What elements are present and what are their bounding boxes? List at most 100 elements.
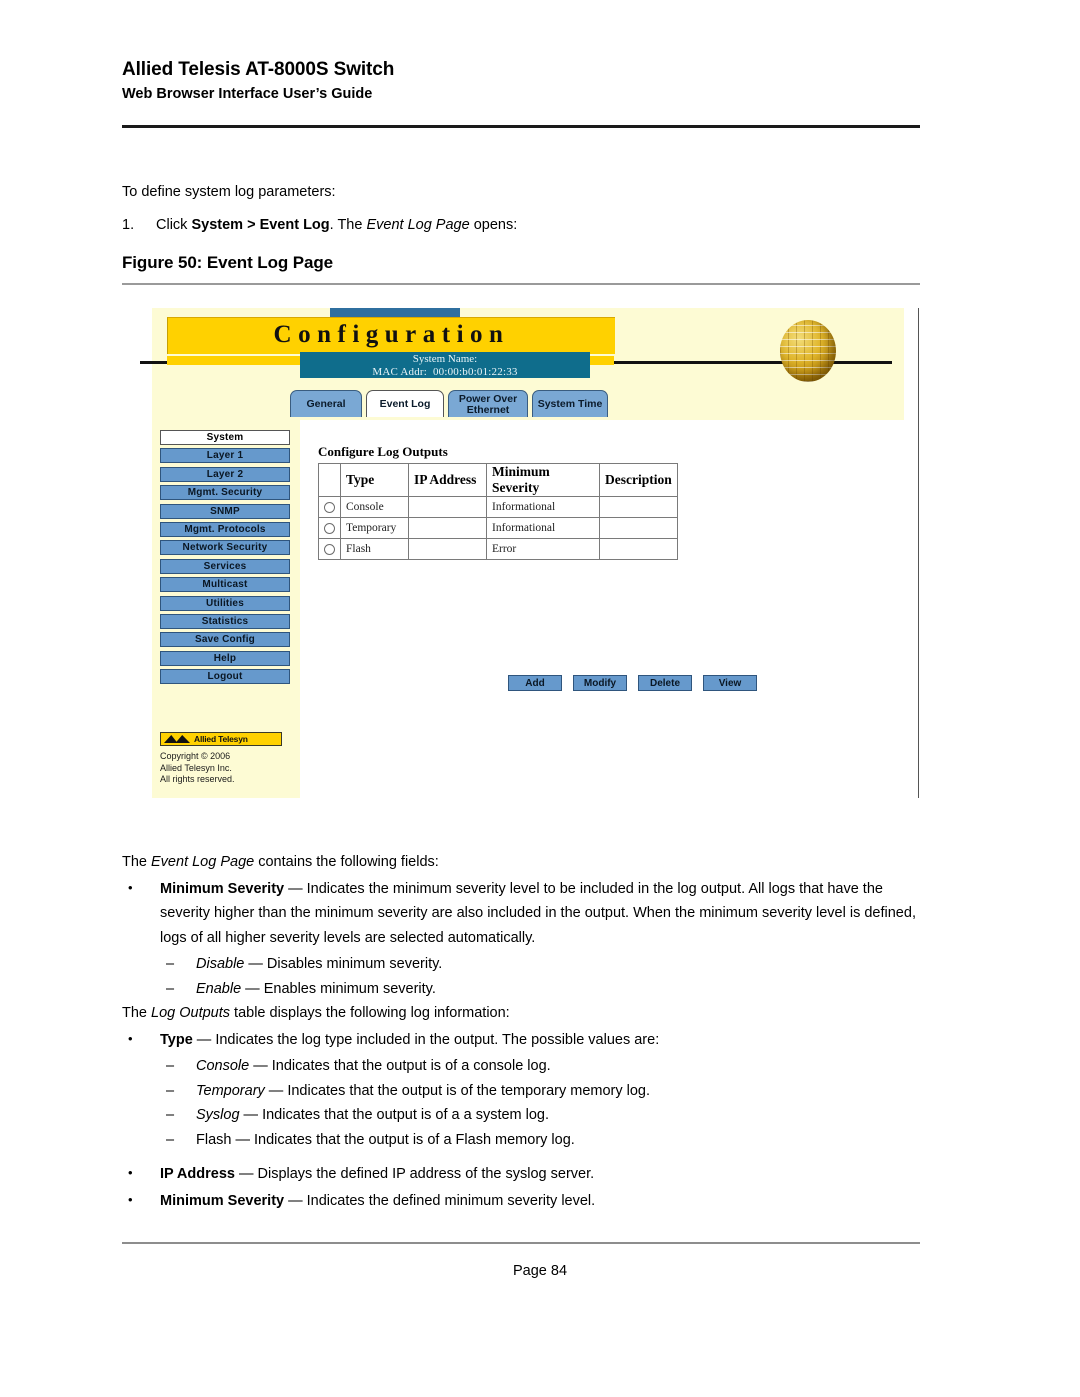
delete-button[interactable]: Delete [638, 675, 692, 691]
mac-label: MAC Addr: [372, 366, 428, 378]
sub-item-flash: Flash — Indicates that the output is of … [122, 1128, 922, 1153]
document-title: Allied Telesis AT-8000S Switch [122, 59, 395, 80]
table-header-row: Type IP Address Minimum Severity Descrip… [318, 463, 678, 497]
column-select [318, 463, 341, 497]
paragraph-fields-intro: The Event Log Page contains the followin… [122, 850, 922, 875]
modify-button[interactable]: Modify [573, 675, 627, 691]
allied-telesyn-logo: Allied Telesyn [160, 732, 282, 746]
table-row[interactable]: Temporary Informational [318, 517, 678, 539]
d1-term: Disable [196, 956, 245, 972]
step-mid: . The [329, 217, 367, 233]
footer-rule [122, 1242, 920, 1244]
bullet-ip-address: IP Address — Displays the defined IP add… [122, 1161, 922, 1187]
sidebar-item-mgmt-security[interactable]: Mgmt. Security [160, 485, 290, 501]
d1-definition: — Disables minimum severity. [244, 956, 443, 972]
copyright-line-3: All rights reserved. [160, 774, 235, 784]
copyright-line-2: Allied Telesyn Inc. [160, 762, 232, 773]
banner-title: Configuration [273, 321, 510, 348]
d4-definition: — Indicates that the output is of the te… [264, 1082, 651, 1099]
tab-poe-line2: Ethernet [466, 403, 510, 416]
configuration-banner: Configuration [167, 317, 615, 354]
sub-item-console: Console — Indicates that the output is o… [122, 1054, 922, 1079]
d2-definition: — Enables minimum severity. [241, 980, 436, 997]
add-button[interactable]: Add [508, 675, 562, 691]
d3-definition: — Indicates that the output is of a cons… [249, 1058, 551, 1074]
p2-b: table displays the following log informa… [230, 1005, 510, 1021]
tab-poe-label: Power Over Ethernet [459, 393, 517, 416]
column-minimum-severity: Minimum Severity [486, 463, 600, 497]
sidebar-item-system[interactable]: System [160, 430, 290, 445]
chevron-logo-icon [164, 735, 190, 743]
b1-term: Minimum Severity [160, 880, 285, 897]
b3-term: IP Address [160, 1166, 235, 1182]
b2-term: Type [160, 1031, 193, 1048]
d5-definition: — Indicates that the output is of a a sy… [239, 1107, 550, 1123]
sidebar-menu: System Layer 1 Layer 2 Mgmt. Security SN… [160, 430, 292, 687]
cell-minimum-severity: Error [486, 538, 600, 560]
b4-definition: — Indicates the defined minimum severity… [284, 1192, 596, 1209]
cell-description [599, 517, 678, 539]
sidebar-item-utilities[interactable]: Utilities [160, 595, 290, 611]
tab-system-time[interactable]: System Time [532, 390, 608, 418]
cell-type: Temporary [340, 517, 409, 539]
view-button[interactable]: View [703, 675, 757, 691]
figure-caption: Figure 50: Event Log Page [122, 253, 333, 272]
app-copyright: Copyright © 2006 Allied Telesyn Inc. All… [160, 751, 300, 786]
cell-description [599, 538, 678, 560]
intro-lead: To define system log parameters: [122, 184, 336, 200]
tab-general-label: General [306, 398, 346, 410]
sidebar-item-layer-2[interactable]: Layer 2 [160, 466, 290, 482]
p1-italic: Event Log Page [151, 854, 255, 870]
row-radio-button[interactable] [324, 543, 335, 555]
row-radio-button[interactable] [324, 501, 335, 513]
table-row[interactable]: Flash Error [318, 538, 678, 560]
tab-event-log[interactable]: Event Log [366, 390, 444, 418]
row-select-cell[interactable] [318, 538, 341, 560]
tab-event-log-label: Event Log [379, 398, 431, 410]
b4-term: Minimum Severity [160, 1192, 285, 1209]
system-info-bar: System Name: MAC Addr: 00:00:b0:01:22:33 [300, 352, 590, 378]
bullet-type: Type — Indicates the log type included i… [122, 1027, 922, 1053]
logo-text: Allied Telesyn [194, 734, 248, 744]
log-outputs-table: Type IP Address Minimum Severity Descrip… [318, 463, 678, 560]
d6-definition: — Indicates that the output is of a Flas… [231, 1131, 575, 1148]
mac-address-line: MAC Addr: 00:00:b0:01:22:33 [300, 366, 590, 379]
bullet-minimum-severity-2: Minimum Severity — Indicates the defined… [122, 1188, 922, 1214]
sidebar-item-help[interactable]: Help [160, 650, 290, 666]
column-type: Type [340, 463, 409, 497]
globe-icon [780, 320, 836, 382]
embedded-screenshot: Configuration System Name: MAC Addr: 00:… [140, 308, 919, 798]
tab-power-over-ethernet[interactable]: Power Over Ethernet [448, 390, 528, 418]
cell-description [599, 496, 678, 518]
panel-title: Configure Log Outputs [318, 444, 448, 459]
row-radio-button[interactable] [324, 522, 335, 534]
step-number: 1. [122, 217, 135, 233]
d5-term: Syslog [196, 1107, 240, 1123]
step-prefix: Click [156, 217, 192, 233]
sidebar-item-multicast[interactable]: Multicast [160, 577, 290, 593]
sub-item-disable: Disable — Disables minimum severity. [122, 952, 922, 977]
row-select-cell[interactable] [318, 517, 341, 539]
cell-type: Flash [340, 538, 409, 560]
row-select-cell[interactable] [318, 496, 341, 518]
sidebar-item-network-security[interactable]: Network Security [160, 540, 290, 556]
sidebar-item-mgmt-protocols[interactable]: Mgmt. Protocols [160, 521, 290, 537]
sidebar-item-snmp[interactable]: SNMP [160, 503, 290, 519]
table-action-buttons: Add Modify Delete View [508, 675, 757, 691]
sidebar-item-layer-1[interactable]: Layer 1 [160, 448, 290, 464]
p1-b: contains the following fields: [254, 854, 439, 870]
column-description: Description [599, 463, 678, 497]
sidebar-item-save-config[interactable]: Save Config [160, 632, 290, 648]
sidebar-item-services[interactable]: Services [160, 558, 290, 574]
step-suffix: opens: [469, 217, 518, 233]
sidebar-item-logout[interactable]: Logout [160, 669, 290, 685]
step-page-name: Event Log Page [366, 217, 470, 233]
system-name-label: System Name: [412, 353, 478, 365]
sidebar-item-statistics[interactable]: Statistics [160, 613, 290, 629]
header-rule [122, 125, 920, 128]
tab-bar-base [290, 417, 904, 419]
tab-general[interactable]: General [290, 390, 362, 418]
cell-type: Console [340, 496, 409, 518]
table-row[interactable]: Console Informational [318, 496, 678, 518]
document-header: Allied Telesis AT-8000S Switch Web Brows… [122, 58, 922, 104]
